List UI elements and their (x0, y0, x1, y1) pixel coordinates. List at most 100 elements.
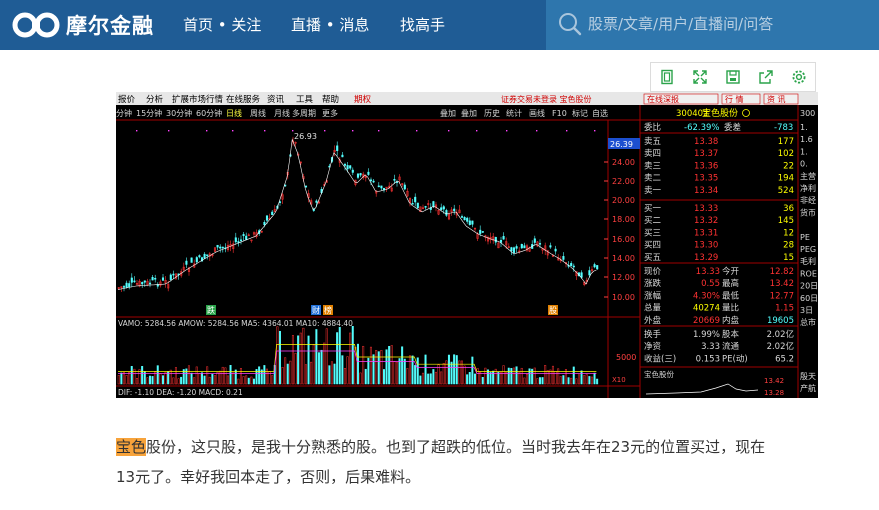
event-tag[interactable]: 榜 (324, 305, 332, 315)
volume-bar (302, 327, 305, 385)
period-tool[interactable]: F10 (552, 109, 567, 118)
period-tab[interactable]: 30分钟 (166, 108, 192, 118)
volume-bar (343, 368, 346, 385)
event-tag[interactable]: 股 (549, 306, 557, 315)
quote-panel-button-label[interactable]: 行 情 (725, 94, 744, 104)
volume-bar (424, 354, 427, 385)
volume-bar (338, 326, 341, 385)
settings-button[interactable] (782, 63, 815, 91)
period-tab[interactable]: 分钟 (116, 108, 132, 118)
quote-panel-button-label[interactable]: 在线深报 (647, 94, 679, 104)
volume-bar (520, 367, 523, 385)
volume-unit-label: X10 (612, 376, 626, 384)
order-level-label: 卖四 (644, 149, 661, 159)
volume-bar (252, 378, 255, 385)
volume-bar (442, 363, 445, 385)
candle-body (471, 220, 474, 225)
candle-body (380, 185, 383, 189)
volume-bar (507, 367, 510, 385)
menu-option-tag[interactable]: 期权 (354, 94, 372, 105)
volume-bar (195, 366, 198, 385)
period-tab[interactable]: 周线 (250, 108, 266, 118)
stat-label: 现价 (644, 267, 662, 277)
volume-bar (590, 376, 593, 385)
period-tab[interactable]: 日线 (226, 108, 242, 118)
event-tag[interactable]: 跌 (207, 305, 215, 315)
period-tab[interactable]: 15分钟 (136, 108, 162, 118)
stat-value: 20669 (693, 316, 720, 326)
menu-item[interactable]: 扩展市场行情 (172, 94, 224, 105)
quote-panel-button-label[interactable]: 资 讯 (767, 94, 786, 104)
menu-item[interactable]: 报价 (118, 94, 136, 105)
volume-bar (419, 375, 422, 385)
period-tab[interactable]: 60分钟 (196, 108, 222, 118)
menu-item[interactable]: 工具 (296, 95, 314, 105)
volume-bar (479, 371, 482, 385)
logo-text: 摩尔金融 (66, 14, 154, 38)
volume-bar (122, 372, 125, 385)
share-button[interactable] (749, 63, 782, 91)
volume-bar (229, 365, 232, 385)
search-icon[interactable] (558, 12, 582, 36)
period-tool[interactable]: 历史 (484, 108, 500, 118)
volume-bar (310, 361, 313, 385)
candle-body (393, 178, 396, 181)
period-tab[interactable]: 更多 (322, 108, 338, 118)
volume-bar (559, 376, 562, 385)
menu-item[interactable]: 资讯 (267, 94, 285, 105)
volume-bar (546, 370, 549, 385)
period-tool[interactable]: 统计 (506, 108, 522, 118)
highlighted-stock-name[interactable]: 宝色 (116, 438, 147, 456)
period-tool[interactable]: 叠加 (440, 108, 456, 118)
stat-value: 65.2 (775, 354, 794, 364)
stat-label: 涨跌 (644, 278, 662, 289)
volume-bar (156, 365, 159, 385)
volume-bar (577, 374, 580, 385)
period-tool[interactable]: 自选 (592, 108, 608, 118)
site-logo[interactable]: 摩尔金融 (12, 8, 154, 42)
candle-body (234, 237, 237, 243)
page-button[interactable] (651, 63, 684, 91)
menu-item[interactable]: 在线服务 (226, 94, 261, 105)
event-tag[interactable]: 财 (312, 305, 320, 315)
order-level-label: 买三 (644, 228, 661, 238)
volume-bar (489, 372, 492, 385)
volume-bar (476, 368, 479, 385)
save-button[interactable] (717, 63, 750, 91)
candle-body (148, 282, 152, 285)
order-level-volume: 177 (778, 137, 794, 147)
period-tool[interactable]: 画线 (529, 108, 545, 118)
volume-bar (320, 349, 323, 385)
period-tab[interactable]: 月线 (274, 108, 290, 118)
marker-dot (476, 130, 478, 132)
nav-find-experts[interactable]: 找高手 (400, 0, 445, 50)
period-tool[interactable]: 叠加 (461, 108, 477, 118)
order-level-volume: 22 (783, 161, 794, 171)
expand-icon (693, 70, 707, 84)
search-input[interactable] (588, 10, 868, 38)
candle-body (562, 256, 565, 260)
period-tool[interactable]: 标记 (572, 108, 588, 118)
order-level-volume: 28 (783, 241, 794, 251)
candle-body (359, 173, 362, 176)
menu-item[interactable]: 帮助 (322, 94, 339, 105)
period-tab[interactable]: 多周期 (292, 108, 316, 118)
candle-body (554, 248, 557, 252)
stat-label: 收益(三) (644, 353, 676, 364)
order-level-volume: 524 (778, 186, 794, 196)
nav-live-messages[interactable]: 直播 • 消息 (291, 0, 369, 50)
article-body: 宝色股份，这只股，是我十分熟悉的股。也到了超跌的低位。当时我去年在23元的位置买… (116, 432, 822, 492)
nav-home-follow[interactable]: 首页 • 关注 (183, 0, 261, 50)
volume-axis-label: 5000 (616, 353, 636, 362)
order-level-price: 13.34 (694, 186, 718, 196)
volume-bar (388, 346, 391, 385)
order-level-price: 13.30 (694, 241, 718, 251)
order-level-label: 卖五 (644, 137, 662, 147)
stat-value: 40274 (693, 304, 720, 314)
volume-bar (369, 346, 372, 385)
expand-button[interactable] (684, 63, 717, 91)
menu-item[interactable]: 分析 (146, 94, 164, 105)
stat-label: 今开 (722, 266, 740, 277)
mini-chart-title: 宝色股份 (644, 369, 674, 379)
volume-bar (336, 332, 339, 385)
